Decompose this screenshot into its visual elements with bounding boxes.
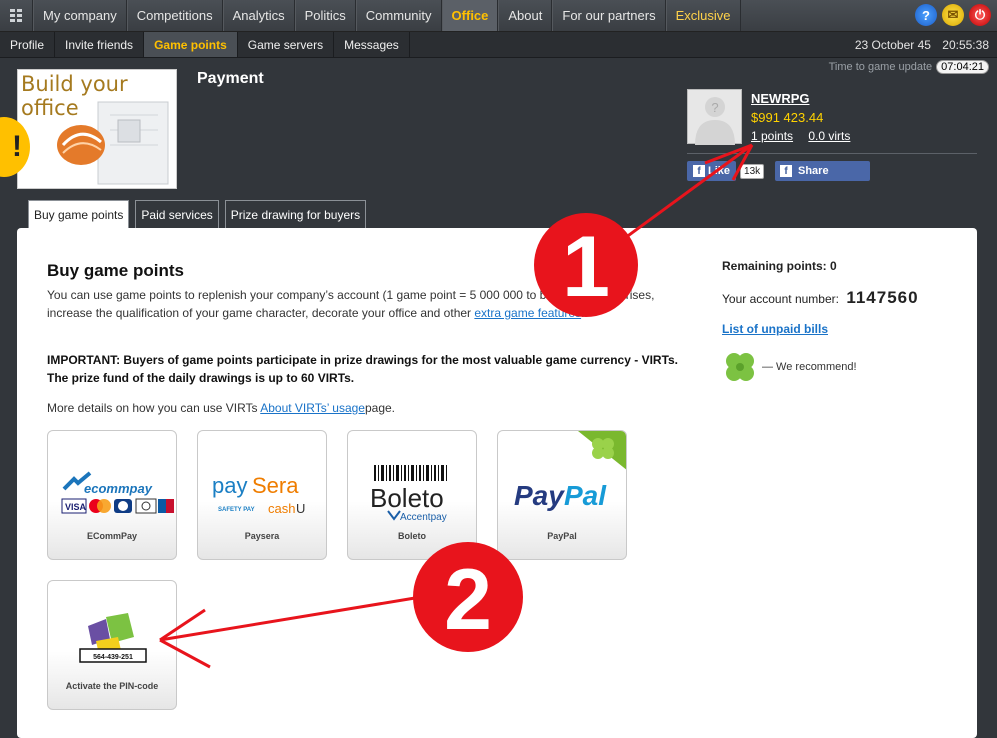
subnav-game-points[interactable]: Game points — [144, 32, 238, 57]
like-count: 13k — [740, 163, 765, 179]
user-points-link[interactable]: 1 points — [751, 129, 793, 143]
virts-info-text: More details on how you can use VIRTs — [47, 401, 258, 415]
payment-name: Paysera — [244, 531, 280, 541]
facebook-like[interactable]: f Like 13k — [687, 161, 765, 181]
pin-code-tile[interactable]: 564-439-251 Activate the PIN-code — [47, 580, 177, 710]
content-panel: Buy game points You can use game points … — [17, 228, 977, 738]
important-notice: IMPORTANT: Buyers of game points partici… — [47, 353, 679, 385]
about-virts-link[interactable]: About VIRTs’ usage — [260, 401, 365, 415]
svg-text:Pay: Pay — [514, 480, 565, 511]
top-navigation: My company Competitions Analytics Politi… — [0, 0, 997, 32]
nav-community[interactable]: Community — [355, 0, 442, 31]
svg-text:Pal: Pal — [564, 480, 607, 511]
payment-name: PayPal — [547, 531, 577, 541]
recommend-note: — We recommend! — [722, 349, 857, 385]
paysera-tile[interactable]: pay Sera SAFETY PAY cash U Paysera — [197, 430, 327, 560]
build-office-banner[interactable]: Build your office — [17, 69, 177, 189]
divider — [687, 153, 977, 154]
section-heading: Buy game points — [47, 261, 184, 280]
user-money: $991 423.44 — [751, 110, 824, 125]
paypal-logo: Pay Pal — [514, 431, 626, 511]
tab-paid-services[interactable]: Paid services — [135, 200, 219, 228]
user-balances: 1 points 0.0 virts — [751, 129, 862, 143]
ecommpay-logo: ecommpay VISA — [61, 471, 174, 514]
subnav-invite-friends[interactable]: Invite friends — [55, 32, 145, 57]
pin-code-logo: 564-439-251 — [79, 613, 147, 663]
payment-name: Activate the PIN-code — [65, 681, 159, 691]
menu-grid-icon[interactable] — [0, 0, 33, 31]
recommend-text: — We recommend! — [762, 361, 857, 373]
svg-text:?: ? — [711, 100, 718, 115]
avatar-placeholder-icon: ? — [695, 97, 735, 145]
nav-analytics[interactable]: Analytics — [222, 0, 295, 31]
remaining-points: Remaining points: 0 — [722, 259, 837, 273]
subnav-profile[interactable]: Profile — [0, 32, 56, 57]
payment-name: ECommPay — [86, 531, 138, 541]
account-number-row: Your account number: 1147560 — [722, 288, 919, 308]
svg-text:ecommpay: ecommpay — [84, 481, 153, 496]
svg-text:Accentpay: Accentpay — [400, 512, 447, 523]
annotation-arrow-1 — [624, 143, 754, 240]
update-label: Time to game update — [828, 61, 933, 73]
virts-info-suffix: page. — [364, 401, 395, 415]
svg-text:pay: pay — [212, 473, 247, 498]
boleto-logo: Boleto Accentpay — [370, 465, 447, 523]
nav-about[interactable]: About — [498, 0, 553, 31]
like-label: Like — [708, 165, 731, 177]
subnav-game-servers[interactable]: Game servers — [238, 32, 335, 57]
facebook-icon: f — [693, 165, 705, 177]
nav-for-our-partners[interactable]: For our partners — [552, 0, 666, 31]
ecommpay-tile[interactable]: ecommpay VISA ECommPay — [47, 430, 177, 560]
nav-exclusive[interactable]: Exclusive — [665, 0, 741, 31]
facebook-share-button[interactable]: f Share — [775, 161, 870, 181]
username[interactable]: NEWRPG — [751, 91, 810, 106]
nav-my-company[interactable]: My company — [33, 0, 127, 31]
virts-info: More details on how you can use VIRTs Ab… — [47, 401, 395, 415]
update-timer: 07:04:21 — [936, 60, 989, 74]
game-datetime: 23 October 45 20:55:38 — [847, 38, 989, 52]
account-number: 1147560 — [846, 288, 919, 307]
share-label: Share — [798, 165, 829, 177]
extra-features-link[interactable]: extra game features — [474, 306, 581, 320]
svg-text:cash: cash — [268, 501, 295, 516]
paypal-tile[interactable]: Pay Pal PayPal — [497, 430, 627, 560]
game-update: Time to game update 07:04:21 — [829, 60, 989, 74]
game-date: 23 October 45 — [854, 38, 931, 52]
payment-name: Boleto — [398, 531, 426, 541]
svg-text:U: U — [296, 501, 305, 516]
help-icon[interactable]: ? — [915, 4, 937, 26]
game-time: 20:55:38 — [942, 38, 989, 52]
svg-text:Sera: Sera — [252, 473, 299, 498]
payment-tabs: Buy game points Paid services Prize draw… — [28, 200, 367, 229]
nav-competitions[interactable]: Competitions — [126, 0, 223, 31]
svg-text:VISA: VISA — [65, 502, 87, 512]
pin-code-text: 564-439-251 — [93, 654, 133, 661]
intro-paragraph: You can use game points to replenish you… — [47, 288, 655, 320]
sub-navigation: Profile Invite friends Game points Game … — [0, 32, 997, 58]
paysera-logo: pay Sera SAFETY PAY cash U — [212, 473, 305, 516]
nav-politics[interactable]: Politics — [294, 0, 356, 31]
avatar[interactable]: ? — [687, 89, 742, 145]
office-illustration — [57, 101, 169, 185]
user-virts-link[interactable]: 0.0 virts — [808, 129, 850, 143]
tab-buy-game-points[interactable]: Buy game points — [28, 200, 130, 229]
svg-text:Boleto: Boleto — [370, 483, 444, 513]
subnav-messages[interactable]: Messages — [334, 32, 410, 57]
power-icon[interactable]: ⏻ — [969, 4, 991, 26]
boleto-tile[interactable]: Boleto Accentpay Boleto — [347, 430, 477, 560]
unpaid-bills-link[interactable]: List of unpaid bills — [722, 322, 828, 336]
nav-office[interactable]: Office — [441, 0, 499, 31]
clover-icon — [726, 353, 754, 381]
tab-prize-drawing[interactable]: Prize drawing for buyers — [224, 200, 367, 228]
account-label: Your account number: — [722, 292, 839, 306]
mail-icon[interactable]: ✉ — [942, 4, 964, 26]
page-title: Payment — [197, 70, 264, 87]
facebook-icon: f — [780, 165, 792, 177]
intro-text-1: You can use game points to replenish you… — [47, 288, 523, 302]
svg-text:SAFETY PAY: SAFETY PAY — [218, 507, 255, 513]
